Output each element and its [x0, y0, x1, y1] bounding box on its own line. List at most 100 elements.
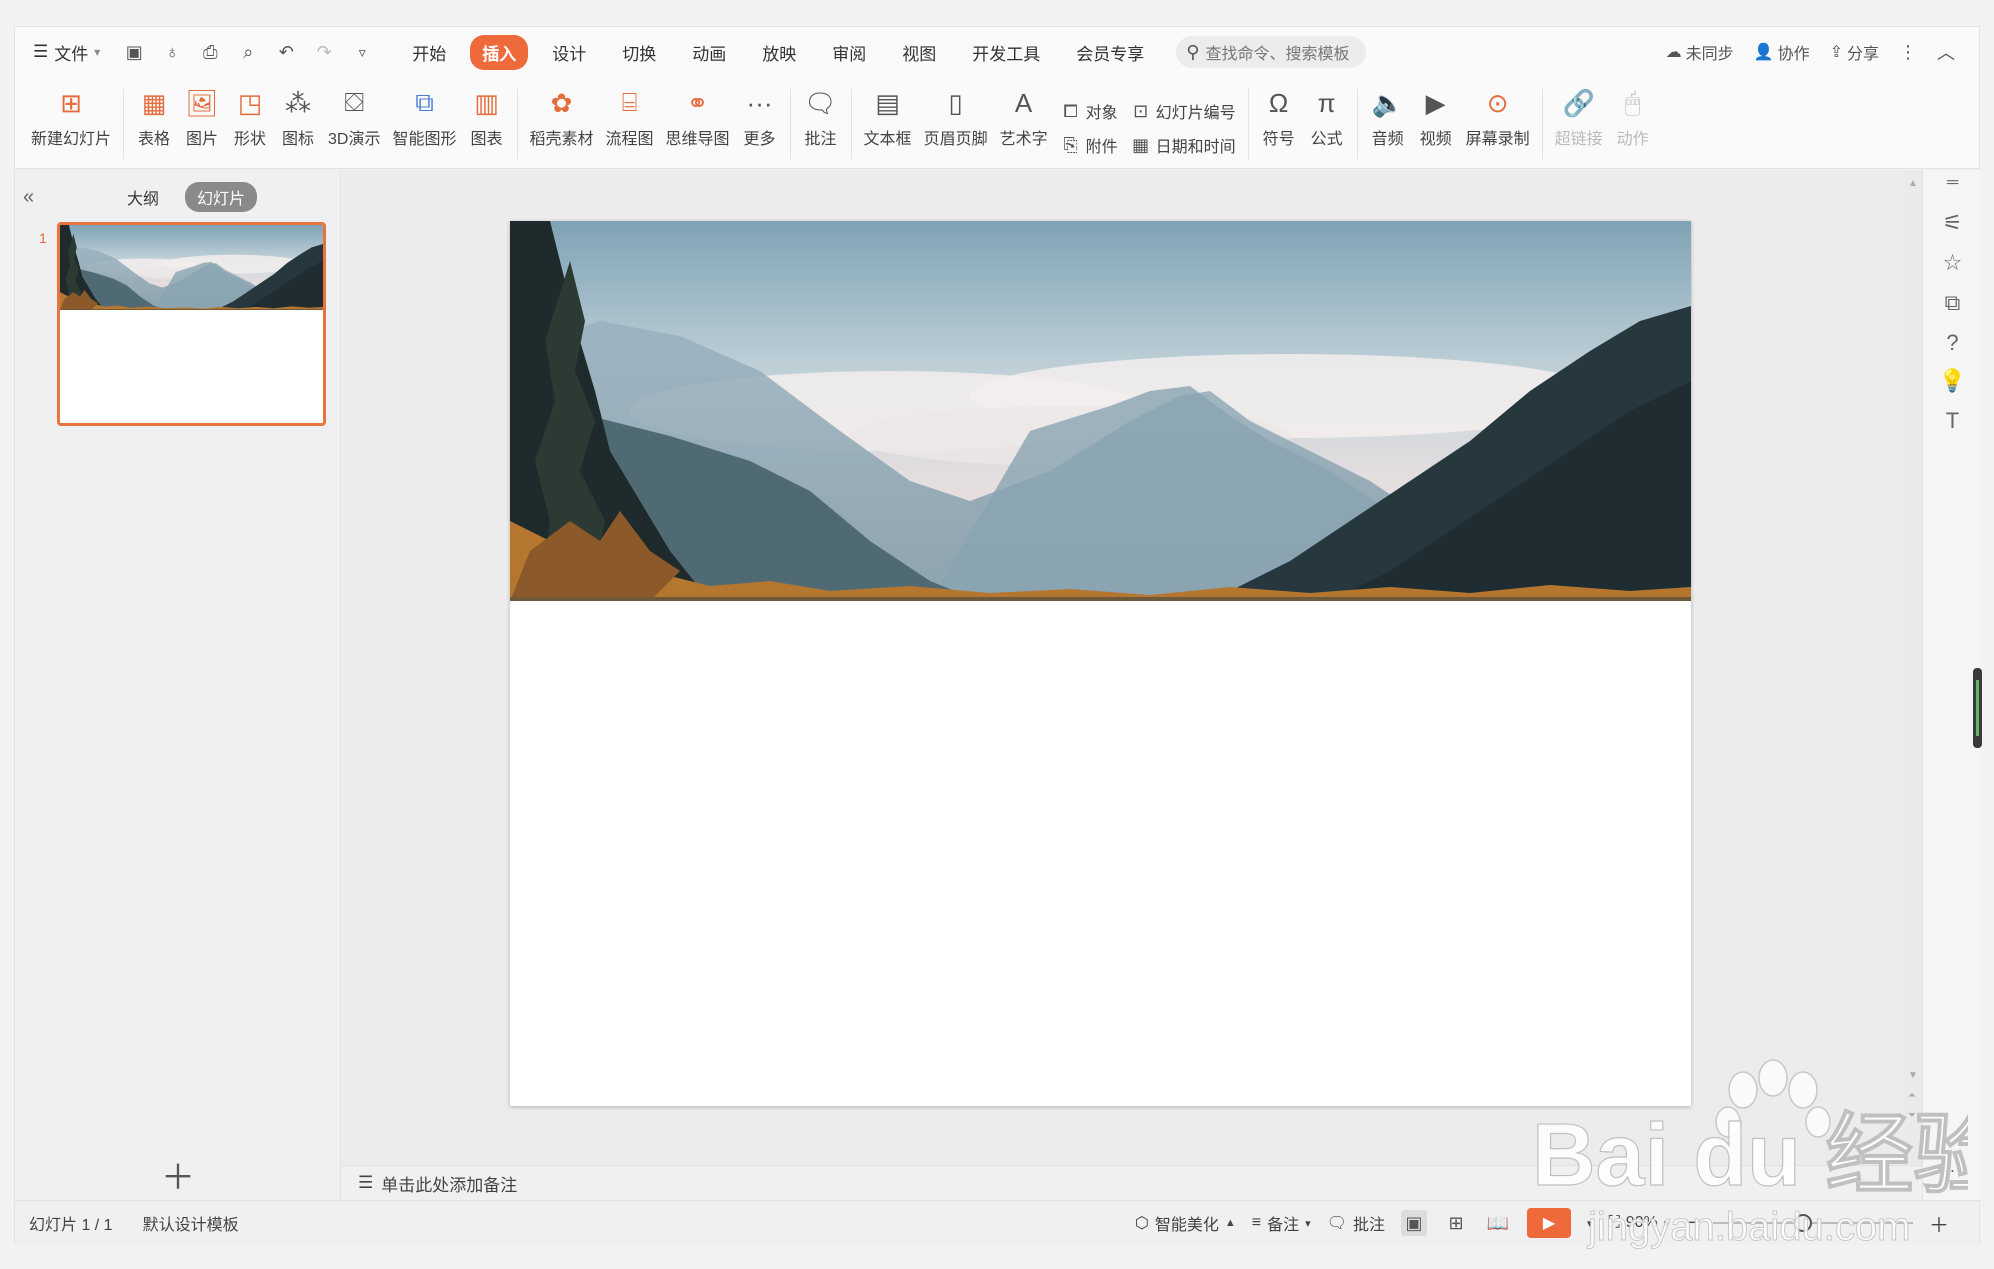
reading-view-icon[interactable]: 📖: [1485, 1210, 1511, 1236]
new-slide-button[interactable]: ⊞ 新建幻灯片: [25, 77, 117, 169]
datetime-button[interactable]: ▦ 日期和时间: [1130, 133, 1236, 157]
picture-button[interactable]: 🖼 图片: [178, 77, 226, 169]
comment-button[interactable]: 🗨 批注: [797, 77, 845, 169]
lightbulb-icon[interactable]: 💡: [1923, 368, 1982, 394]
slide-thumbnail[interactable]: [57, 222, 326, 426]
tab-view[interactable]: 视图: [890, 35, 948, 70]
tab-slideshow[interactable]: 放映: [750, 35, 808, 70]
flowchart-button[interactable]: ⌸ 流程图: [600, 77, 660, 169]
slide-number-button[interactable]: ⊡ 幻灯片编号: [1130, 99, 1236, 123]
header-footer-button[interactable]: ▯ 页眉页脚: [918, 77, 994, 169]
mindmap-button[interactable]: ⚭ 思维导图: [660, 77, 736, 169]
scroll-up-icon[interactable]: ▲: [1908, 178, 1918, 189]
slides-icon[interactable]: ⧉: [1923, 290, 1982, 316]
action-button[interactable]: 🖱 动作: [1609, 77, 1657, 169]
notes-pane[interactable]: ☰ 单击此处添加备注: [342, 1165, 1922, 1200]
chevron-up-icon: ▲: [1224, 1217, 1236, 1229]
shape-button[interactable]: ◳ 形状: [226, 77, 274, 169]
zoom-slider[interactable]: [1713, 1214, 1913, 1232]
panel-tabs: 大纲 幻灯片: [115, 182, 258, 212]
attachment-button[interactable]: ⎘ 附件: [1060, 133, 1117, 157]
picture-label: 图片: [186, 131, 219, 148]
slide-counter: 幻灯片 1 / 1: [29, 1217, 113, 1234]
properties-sliders-icon[interactable]: ⚟: [1923, 210, 1982, 236]
scroll-down-icon[interactable]: ▼: [1908, 1070, 1918, 1081]
formula-button[interactable]: π 公式: [1303, 77, 1351, 169]
play-slideshow-button[interactable]: ▶: [1527, 1208, 1572, 1238]
chart-button[interactable]: ▥ 图表: [463, 77, 511, 169]
tab-developer[interactable]: 开发工具: [960, 35, 1052, 70]
table-button[interactable]: ▦ 表格: [130, 77, 178, 169]
command-search[interactable]: ⚲ 查找命令、搜索模板: [1176, 36, 1367, 68]
tab-animation[interactable]: 动画: [680, 35, 738, 70]
print-icon[interactable]: ⎙: [198, 42, 222, 63]
vertical-scrollbar[interactable]: ▲ ▼ ⏶ ⏷: [1904, 170, 1922, 1165]
icons-button[interactable]: ⁂ 图标: [274, 77, 322, 169]
normal-view-icon[interactable]: ▣: [1401, 1210, 1428, 1236]
smartart-button[interactable]: ⧉ 智能图形: [386, 77, 462, 169]
print-preview-icon[interactable]: ⌕: [236, 42, 260, 63]
current-slide[interactable]: [510, 221, 1691, 1106]
screen-record-button[interactable]: ⊙ 屏幕录制: [1460, 77, 1536, 169]
audio-button[interactable]: 🔈 音频: [1364, 77, 1412, 169]
smart-beautify-button[interactable]: ⬡ 智能美化 ▲: [1135, 1211, 1236, 1235]
collaborate-button[interactable]: 👤 协作: [1754, 40, 1810, 64]
add-slide-icon[interactable]: ＋: [161, 1150, 195, 1199]
tab-member[interactable]: 会员专享: [1064, 35, 1156, 70]
save-icon[interactable]: ▣: [122, 42, 146, 63]
previous-slide-icon[interactable]: ⏶: [1908, 1090, 1916, 1101]
slide-landscape-image[interactable]: [510, 221, 1691, 1106]
speaker-icon: 🔈: [1371, 87, 1404, 118]
zoom-in-icon[interactable]: ＋: [1929, 1209, 1949, 1238]
object-label: 对象: [1085, 105, 1118, 122]
more-horizontal-icon[interactable]: ···: [1923, 1160, 1982, 1181]
symbol-button[interactable]: Ω 符号: [1255, 77, 1303, 169]
link-icon: 🔗: [1562, 87, 1595, 118]
template-name[interactable]: 默认设计模板: [143, 1211, 239, 1235]
file-menu[interactable]: ☰ 文件 ▾: [27, 40, 106, 65]
3d-demo-button[interactable]: ⛋ 3D演示: [322, 77, 386, 169]
object-button[interactable]: ⧠ 对象: [1060, 99, 1118, 123]
video-button[interactable]: ▶ 视频: [1412, 77, 1460, 169]
sync-status[interactable]: ☁ 未同步: [1666, 40, 1734, 64]
undo-icon[interactable]: ↶: [274, 42, 298, 63]
pane-grip-icon: ═: [1946, 174, 1959, 191]
formula-label: 公式: [1310, 131, 1343, 148]
video-label: 视频: [1419, 131, 1452, 148]
more-vertical-icon[interactable]: ⋮: [1899, 42, 1917, 63]
collapse-ribbon-icon[interactable]: ︿: [1937, 39, 1955, 65]
material-button[interactable]: ✿ 稻壳素材: [524, 77, 600, 169]
screen-record-label: 屏幕录制: [1465, 131, 1530, 148]
play-options-chevron-icon[interactable]: ▾: [1587, 1217, 1593, 1230]
next-slide-icon[interactable]: ⏷: [1908, 1110, 1916, 1121]
ribbon-tabs: 开始 插入 设计 切换 动画 放映 审阅 视图 开发工具 会员专享: [394, 34, 1162, 70]
tab-review[interactable]: 审阅: [820, 35, 878, 70]
star-icon[interactable]: ☆: [1923, 250, 1982, 276]
tab-transition[interactable]: 切换: [610, 35, 668, 70]
more-button[interactable]: ··· 更多: [736, 77, 784, 169]
tab-outline[interactable]: 大纲: [115, 182, 171, 212]
zoom-out-icon[interactable]: −: [1685, 1212, 1697, 1235]
share-button[interactable]: ⇪ 分享: [1830, 40, 1879, 64]
comment-toggle-button[interactable]: 🗨 批注: [1327, 1211, 1385, 1235]
tab-design[interactable]: 设计: [540, 35, 598, 70]
tab-home[interactable]: 开始: [400, 35, 458, 70]
customize-toolbar-icon[interactable]: ▿: [350, 44, 374, 61]
fit-window-button[interactable]: ⛶ 90% ▾: [1609, 1214, 1670, 1232]
text-icon[interactable]: T: [1923, 408, 1982, 434]
textbox-button[interactable]: ▤ 文本框: [858, 77, 918, 169]
hyperlink-button[interactable]: 🔗 超链接: [1549, 77, 1609, 169]
tab-insert[interactable]: 插入: [470, 34, 529, 70]
wordart-button[interactable]: A 艺术字: [994, 77, 1054, 169]
tab-slides[interactable]: 幻灯片: [185, 182, 258, 212]
redo-icon[interactable]: ↷: [312, 42, 336, 63]
slide-sorter-view-icon[interactable]: ⊞: [1443, 1210, 1469, 1236]
collapse-panel-icon[interactable]: «: [23, 186, 34, 209]
notes-toggle-button[interactable]: ≡ 备注 ▾: [1252, 1211, 1311, 1235]
pane-resize-handle[interactable]: [1973, 668, 1982, 748]
zoom-slider-knob[interactable]: [1794, 1214, 1812, 1232]
icons-icon: ⁂: [285, 87, 312, 118]
mindmap-icon: ⚭: [686, 87, 709, 118]
help-icon[interactable]: ?: [1923, 330, 1982, 356]
format-painter-icon[interactable]: ♁: [160, 42, 184, 63]
